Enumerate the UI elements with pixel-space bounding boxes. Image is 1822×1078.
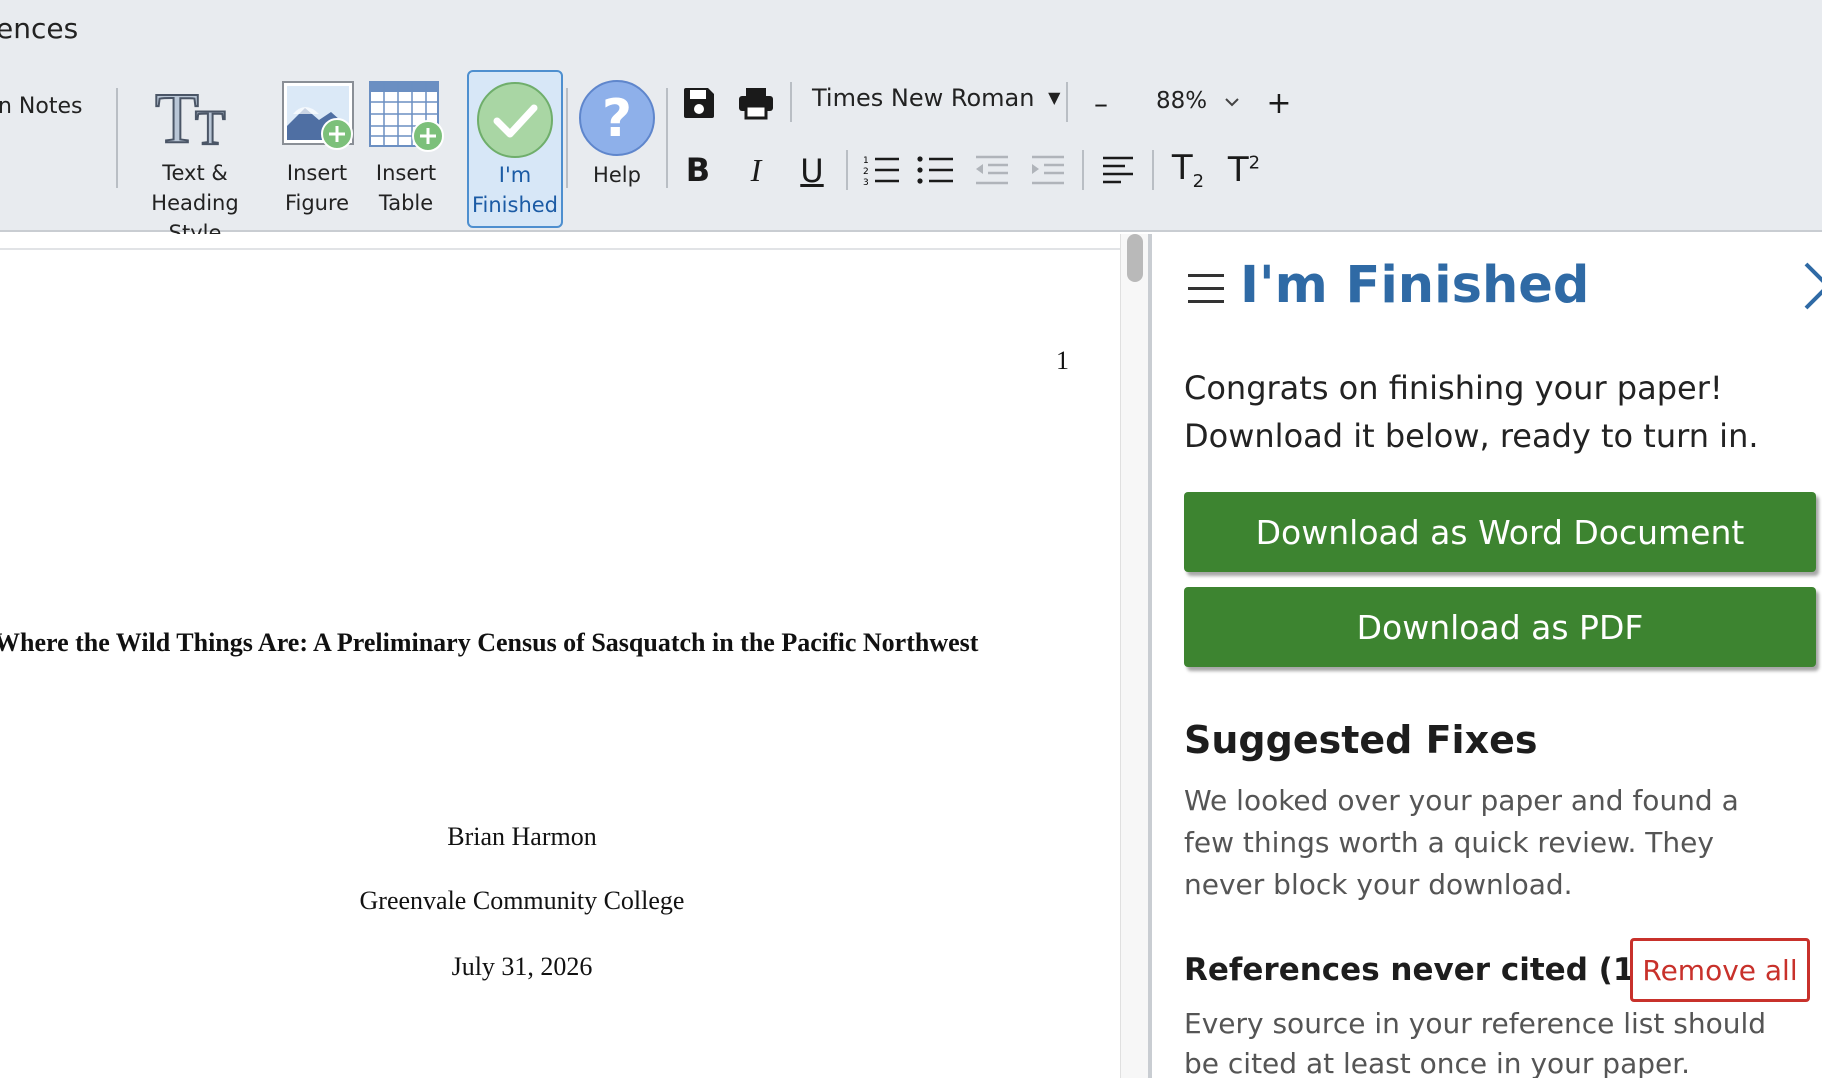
im-finished-label-1: I'm bbox=[498, 163, 532, 187]
insert-table-label-1: Insert bbox=[375, 161, 437, 185]
indent-icon bbox=[1032, 155, 1064, 185]
paper-date: July 31, 2026 bbox=[451, 952, 593, 981]
outdent-icon bbox=[976, 155, 1008, 185]
toolbar-divider bbox=[116, 88, 118, 188]
toolbar-divider bbox=[1066, 82, 1068, 122]
font-family-value: Times New Roman bbox=[812, 84, 1035, 112]
insert-figure-label-2: Figure bbox=[284, 191, 350, 215]
save-button[interactable] bbox=[678, 82, 720, 124]
minus-icon: – bbox=[1094, 86, 1108, 120]
numbered-list-icon: 1 2 3 bbox=[863, 156, 899, 186]
suggested-fixes-description: We looked over your paper and found a fe… bbox=[1184, 784, 1739, 901]
editor-toolbar: ences n Notes T T Text & Heading Style I… bbox=[0, 0, 1822, 245]
im-finished-button[interactable]: I'm Finished bbox=[467, 70, 563, 228]
decrease-indent-button[interactable] bbox=[970, 150, 1014, 190]
insert-figure-label-1: Insert bbox=[286, 161, 348, 185]
zoom-out-button[interactable]: – bbox=[1086, 86, 1116, 120]
underline-button[interactable]: U bbox=[792, 150, 832, 192]
insert-table-button[interactable]: Insert Table bbox=[364, 72, 448, 222]
im-finished-label-2: Finished bbox=[471, 193, 559, 217]
increase-indent-button[interactable] bbox=[1026, 150, 1070, 190]
download-word-button[interactable]: Download as Word Document bbox=[1184, 492, 1816, 572]
congrats-message: Congrats on finishing your paper! Downlo… bbox=[1184, 369, 1759, 455]
font-family-select[interactable]: Times New Roman ▼ bbox=[812, 84, 1060, 112]
menu-icon[interactable] bbox=[1188, 274, 1224, 313]
author-name: Brian Harmon bbox=[447, 822, 597, 851]
italic-button[interactable]: I bbox=[738, 150, 774, 190]
institution-name: Greenvale Community College bbox=[359, 886, 685, 915]
help-icon: ? bbox=[579, 80, 655, 156]
svg-text:T: T bbox=[195, 99, 226, 150]
page-edge bbox=[0, 248, 1120, 250]
paper-title: Where the Wild Things Are: A Preliminary… bbox=[0, 628, 979, 657]
scrollbar-thumb[interactable] bbox=[1127, 234, 1143, 282]
superscript-icon: T2 bbox=[1227, 150, 1261, 190]
save-icon bbox=[684, 88, 714, 118]
svg-text:2: 2 bbox=[863, 167, 869, 177]
references-description: Every source in your reference list shou… bbox=[1184, 1007, 1767, 1078]
caret-down-icon: ▼ bbox=[1048, 88, 1061, 107]
insert-table-label-2: Table bbox=[378, 191, 434, 215]
toolbar-divider bbox=[666, 88, 668, 188]
svg-text:T: T bbox=[155, 86, 199, 150]
toolbar-divider bbox=[790, 82, 792, 122]
zoom-select[interactable]: 88% bbox=[1156, 88, 1240, 114]
help-label: Help bbox=[593, 163, 641, 187]
text-style-icon: T T bbox=[155, 86, 227, 150]
page-number: 1 bbox=[1056, 346, 1069, 375]
document-page[interactable]: 1 Where the Wild Things Are: A Prelimina… bbox=[0, 234, 1124, 1078]
toolbar-divider bbox=[566, 88, 568, 188]
close-icon[interactable] bbox=[1802, 260, 1822, 324]
svg-text:3: 3 bbox=[863, 178, 869, 186]
suggested-fixes-heading: Suggested Fixes bbox=[1184, 718, 1538, 762]
bold-button[interactable]: B bbox=[680, 150, 716, 190]
subscript-icon: T2 bbox=[1171, 148, 1205, 192]
references-never-cited-heading: References never cited (16) bbox=[1184, 952, 1671, 988]
zoom-level: 88% bbox=[1156, 88, 1208, 114]
numbered-list-button[interactable]: 1 2 3 bbox=[860, 150, 904, 190]
plus-icon: + bbox=[1266, 85, 1292, 121]
text-heading-style-button[interactable]: T T Text & Heading Style bbox=[124, 72, 266, 245]
remove-all-button[interactable]: Remove all bbox=[1630, 938, 1810, 1002]
zoom-in-button[interactable]: + bbox=[1264, 85, 1294, 121]
svg-text:?: ? bbox=[602, 89, 632, 149]
download-pdf-button[interactable]: Download as PDF bbox=[1184, 587, 1816, 667]
insert-figure-icon bbox=[282, 81, 354, 150]
superscript-button[interactable]: T2 bbox=[1222, 148, 1266, 192]
help-button[interactable]: ? Help bbox=[572, 72, 662, 222]
toolbar-divider bbox=[846, 150, 848, 190]
bullet-list-icon bbox=[917, 156, 953, 184]
checkmark-icon bbox=[477, 82, 553, 158]
print-icon bbox=[739, 88, 773, 120]
notes-button-label[interactable]: n Notes bbox=[0, 94, 82, 119]
align-left-icon bbox=[1103, 156, 1133, 184]
bullet-list-button[interactable] bbox=[914, 150, 958, 190]
subscript-button[interactable]: T2 bbox=[1166, 148, 1210, 192]
insert-table-icon bbox=[369, 81, 444, 152]
menu-tab-references[interactable]: ences bbox=[0, 12, 78, 45]
toolbar-divider bbox=[1152, 150, 1154, 190]
print-button[interactable] bbox=[734, 82, 778, 124]
align-left-button[interactable] bbox=[1096, 150, 1140, 190]
text-heading-label-1: Text & bbox=[162, 161, 228, 185]
insert-figure-button[interactable]: Insert Figure bbox=[270, 72, 364, 222]
finished-panel: I'm Finished Congrats on finishing your … bbox=[1152, 234, 1822, 1078]
italic-icon: I bbox=[750, 151, 762, 188]
underline-icon: U bbox=[800, 152, 824, 190]
toolbar-divider bbox=[1082, 150, 1084, 190]
chevron-down-icon bbox=[1225, 98, 1240, 107]
svg-text:1: 1 bbox=[863, 156, 869, 166]
bold-icon: B bbox=[685, 151, 711, 189]
panel-title: I'm Finished bbox=[1240, 256, 1590, 315]
